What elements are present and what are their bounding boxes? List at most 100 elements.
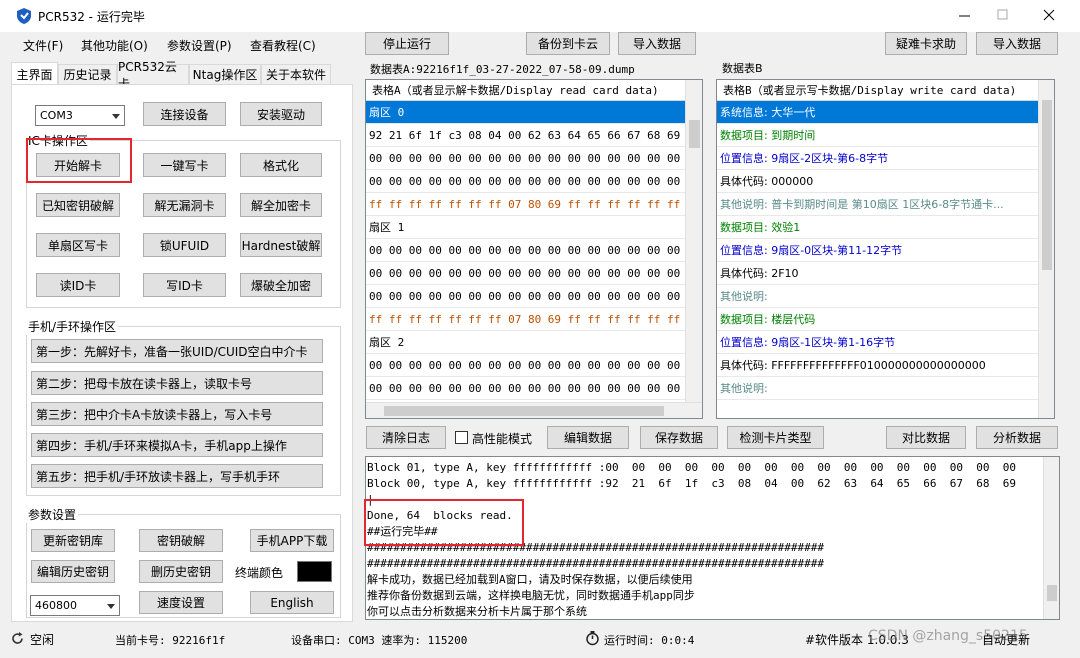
full-encrypted-button[interactable]: 解全加密卡: [240, 193, 322, 217]
table-a-hscroll-thumb[interactable]: [384, 406, 664, 416]
table-b-row[interactable]: 系统信息: 大华一代: [717, 101, 1038, 124]
phone-step-2-button[interactable]: 第二步：把母卡放在读卡器上，读取卡号: [31, 371, 323, 395]
log-vscroll-thumb[interactable]: [1047, 585, 1057, 601]
clear-log-button[interactable]: 清除日志: [366, 426, 446, 449]
table-b-row[interactable]: 数据项目: 楼层代码: [717, 308, 1038, 331]
table-a-row[interactable]: 00 00 00 00 00 00 00 00 00 00 00 00 00 0…: [366, 377, 686, 400]
table-b-header: 表格B（或者显示写卡数据/Display write card data): [717, 80, 1054, 101]
table-a-row[interactable]: 00 00 00 00 00 00 00 00 00 00 00 00 00 0…: [366, 170, 686, 193]
minimize-icon[interactable]: [958, 8, 972, 22]
table-a-row[interactable]: 00 00 00 00 00 00 00 00 00 00 00 00 00 0…: [366, 285, 686, 308]
edit-data-button[interactable]: 编辑数据: [547, 426, 629, 449]
phone-step-5-button[interactable]: 第五步：把手机/手环放读卡器上，写手机手环: [31, 464, 323, 488]
detect-card-type-button[interactable]: 检测卡片类型: [727, 426, 824, 449]
table-a-row[interactable]: 00 00 00 00 00 00 00 00 00 00 00 00 00 0…: [366, 147, 686, 170]
lock-ufuid-button[interactable]: 锁UFUID: [143, 233, 226, 257]
app-download-button[interactable]: 手机APP下载: [250, 529, 334, 552]
tab-cloud[interactable]: PCR532云卡: [117, 60, 189, 91]
table-a-hscrollbar[interactable]: [366, 402, 702, 418]
log-line: 推荐你备份数据到云端，这样换电脑无忧，同时数据通手机app同步: [367, 589, 695, 602]
table-a-row[interactable]: 00 00 00 00 00 00 00 00 00 00 00 00 00 0…: [366, 354, 686, 377]
write-id-button[interactable]: 写ID卡: [143, 273, 226, 297]
table-a-row[interactable]: 92 21 6f 1f c3 08 04 00 62 63 64 65 66 6…: [366, 124, 686, 147]
tab-history[interactable]: 历史记录: [58, 64, 117, 84]
table-b-row[interactable]: 位置信息: 9扇区-2区块-第6-8字节: [717, 147, 1038, 170]
delete-history-keys-button[interactable]: 删历史密钥: [139, 560, 223, 583]
auto-update-link[interactable]: 自动更新: [982, 631, 1030, 648]
hardnest-crack-button[interactable]: Hardnest破解: [240, 233, 322, 257]
tab-main[interactable]: 主界面: [11, 62, 58, 85]
table-b-row[interactable]: 位置信息: 9扇区-0区块-第11-12字节: [717, 239, 1038, 262]
connect-device-button[interactable]: 连接设备: [143, 102, 226, 126]
analyze-data-button[interactable]: 分析数据: [976, 426, 1058, 449]
table-a-row[interactable]: 扇区 2: [366, 331, 686, 354]
phone-step-1-button[interactable]: 第一步：先解好卡，准备一张UID/CUID空白中介卡: [31, 339, 323, 363]
table-a-row[interactable]: 00 00 00 00 00 00 00 00 00 00 00 00 00 0…: [366, 239, 686, 262]
save-data-button[interactable]: 保存数据: [640, 426, 718, 449]
table-a-vscrollbar[interactable]: [685, 80, 702, 402]
table-a-row[interactable]: 00 00 00 00 00 00 00 00 00 00 00 00 00 0…: [366, 262, 686, 285]
app-shield-icon: [16, 7, 32, 25]
table-a-header: 表格A（或者显示解卡数据/Display read card data): [366, 80, 702, 101]
table-a-vscroll-thumb[interactable]: [689, 120, 700, 148]
menu-tutorial[interactable]: 查看教程(C): [250, 37, 316, 54]
format-button[interactable]: 格式化: [240, 153, 322, 177]
menu-params[interactable]: 参数设置(P): [167, 37, 232, 54]
terminal-color-label: 终端颜色: [235, 566, 284, 580]
refresh-icon: [10, 631, 25, 646]
table-b-vscroll-thumb[interactable]: [1042, 100, 1052, 270]
menu-other[interactable]: 其他功能(O): [81, 37, 148, 54]
highlight-done-log: [364, 499, 524, 546]
table-b-row[interactable]: 其他说明:: [717, 377, 1038, 400]
table-a-row[interactable]: 扇区 0: [366, 101, 686, 124]
install-driver-button[interactable]: 安装驱动: [240, 102, 322, 126]
stop-button[interactable]: 停止运行: [365, 32, 449, 55]
known-key-crack-button[interactable]: 已知密钥破解: [36, 193, 120, 217]
tab-ntag[interactable]: Ntag操作区: [189, 64, 261, 84]
table-b-row[interactable]: 数据项目: 到期时间: [717, 124, 1038, 147]
performance-mode-label: 高性能模式: [472, 432, 533, 446]
status-serial: 设备串口: COM3 速率为: 115200: [291, 634, 468, 647]
burst-encrypted-button[interactable]: 爆破全加密: [240, 273, 322, 297]
backup-cloud-button[interactable]: 备份到卡云: [526, 32, 610, 55]
help-card-button[interactable]: 疑难卡求助: [885, 32, 967, 55]
menu-file[interactable]: 文件(F): [23, 37, 63, 54]
log-vscrollbar[interactable]: [1043, 457, 1059, 619]
log-line: Block 00, type A, key ffffffffffff :92 2…: [367, 477, 1017, 490]
table-b-row[interactable]: 数据项目: 效验1: [717, 216, 1038, 239]
table-b-row[interactable]: 具体代码: FFFFFFFFFFFFFF010000000000000000: [717, 354, 1038, 377]
table-b[interactable]: 表格B（或者显示写卡数据/Display write card data) 系统…: [716, 79, 1055, 419]
phone-step-3-button[interactable]: 第三步：把中介卡A卡放读卡器上，写入卡号: [31, 402, 323, 426]
sector-write-button[interactable]: 单扇区写卡: [36, 233, 120, 257]
table-b-row[interactable]: 具体代码: 2F10: [717, 262, 1038, 285]
table-a-row[interactable]: ff ff ff ff ff ff ff 07 80 69 ff ff ff f…: [366, 308, 686, 331]
phone-step-4-button[interactable]: 第四步：手机/手环来模拟A卡，手机app上操作: [31, 433, 323, 457]
close-icon[interactable]: [1042, 8, 1056, 22]
maximize-icon[interactable]: [997, 9, 1009, 21]
tab-about[interactable]: 关于本软件: [261, 64, 331, 84]
compare-data-button[interactable]: 对比数据: [886, 426, 966, 449]
performance-mode-checkbox[interactable]: [455, 431, 468, 444]
baud-rate-select[interactable]: 460800: [30, 595, 120, 616]
status-card-number: 当前卡号: 92216f1f: [115, 634, 226, 647]
one-click-write-button[interactable]: 一键写卡: [143, 153, 226, 177]
com-port-select[interactable]: COM3: [35, 105, 125, 126]
import-data-button[interactable]: 导入数据: [618, 32, 696, 55]
language-english-button[interactable]: English: [250, 591, 334, 614]
edit-history-keys-button[interactable]: 编辑历史密钥: [31, 560, 115, 583]
import-data-button-2[interactable]: 导入数据: [976, 32, 1058, 55]
table-a[interactable]: 表格A（或者显示解卡数据/Display read card data) 扇区 …: [365, 79, 703, 419]
table-a-row[interactable]: 扇区 1: [366, 216, 686, 239]
table-b-row[interactable]: 其他说明:: [717, 285, 1038, 308]
table-b-vscrollbar[interactable]: [1038, 80, 1054, 418]
table-b-row[interactable]: 具体代码: 000000: [717, 170, 1038, 193]
update-keys-button[interactable]: 更新密钥库: [31, 529, 115, 552]
table-a-row[interactable]: ff ff ff ff ff ff ff 07 80 69 ff ff ff f…: [366, 193, 686, 216]
key-crack-button[interactable]: 密钥破解: [139, 529, 223, 552]
speed-setting-button[interactable]: 速度设置: [139, 591, 223, 614]
no-hole-card-button[interactable]: 解无漏洞卡: [143, 193, 226, 217]
read-id-button[interactable]: 读ID卡: [36, 273, 120, 297]
table-b-row[interactable]: 其他说明: 普卡到期时间是 第10扇区 1区块6-8字节通卡...: [717, 193, 1038, 216]
table-b-row[interactable]: 位置信息: 9扇区-1区块-第1-16字节: [717, 331, 1038, 354]
terminal-color-swatch[interactable]: [297, 561, 332, 582]
